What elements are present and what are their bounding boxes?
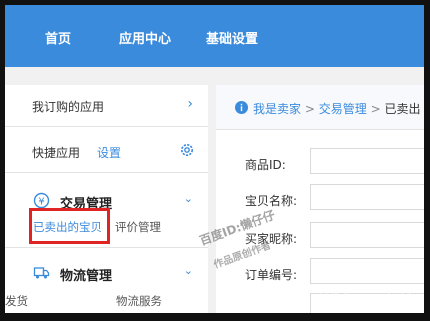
sidebar-item-quick-apps: 快捷应用 设置 bbox=[5, 131, 208, 173]
info-icon bbox=[235, 101, 248, 114]
chevron-right-icon: › bbox=[187, 96, 193, 112]
sidebar-item-ship[interactable]: 发货 bbox=[5, 293, 28, 309]
item-name-input[interactable] bbox=[310, 184, 424, 210]
sidebar-item-logistics-service[interactable]: 物流服务 bbox=[116, 293, 162, 309]
main-content: 我是卖家 > 交易管理 > 已卖出 商品ID: 宝贝名称: 买家昵称: 订单编号… bbox=[216, 85, 424, 313]
logistics-management-header[interactable]: 物流管理 ⌄ bbox=[5, 261, 208, 289]
order-no-input[interactable] bbox=[310, 258, 424, 284]
my-apps-label: 我订购的应用 bbox=[32, 100, 105, 114]
seller-center-window: 首页 应用中心 基础设置 我订购的应用 › 快捷应用 设置 ¥ 交易管理 ⌄ 已… bbox=[5, 5, 424, 313]
breadcrumb: 我是卖家 > 交易管理 > 已卖出 bbox=[216, 85, 424, 130]
product-id-label: 商品ID: bbox=[245, 158, 286, 172]
gear-icon[interactable] bbox=[179, 142, 195, 158]
quick-apps-label: 快捷应用 bbox=[32, 146, 81, 160]
breadcrumb-current: 已卖出 bbox=[384, 102, 421, 116]
chevron-down-icon: ⌄ bbox=[183, 264, 193, 277]
sidebar-item-my-apps[interactable]: 我订购的应用 › bbox=[5, 85, 208, 127]
quick-apps-settings-link[interactable]: 设置 bbox=[97, 144, 121, 161]
breadcrumb-separator: > bbox=[304, 102, 315, 116]
buyer-nick-input[interactable] bbox=[310, 222, 424, 248]
yen-icon: ¥ bbox=[33, 192, 50, 209]
breadcrumb-text: 我是卖家 > 交易管理 > 已卖出 bbox=[253, 100, 420, 117]
baidu-jingyan-watermark: 经验 jingyan.baidu.com bbox=[318, 291, 424, 304]
left-sidebar: 我订购的应用 › 快捷应用 设置 ¥ 交易管理 ⌄ 已卖出的宝贝 评价管理 物流… bbox=[5, 85, 208, 313]
nav-basic-settings[interactable]: 基础设置 bbox=[206, 28, 258, 47]
sidebar-item-reviews[interactable]: 评价管理 bbox=[115, 219, 161, 235]
breadcrumb-trade[interactable]: 交易管理 bbox=[319, 102, 367, 116]
sidebar-divider bbox=[5, 247, 208, 248]
screenshot-frame: 首页 应用中心 基础设置 我订购的应用 › 快捷应用 设置 ¥ 交易管理 ⌄ 已… bbox=[0, 0, 430, 321]
order-no-label: 订单编号: bbox=[245, 268, 298, 282]
logistics-management-title: 物流管理 bbox=[60, 269, 113, 284]
product-id-input[interactable] bbox=[310, 148, 424, 174]
highlight-annotation-box bbox=[29, 208, 110, 244]
breadcrumb-separator: > bbox=[370, 102, 381, 116]
top-navigation: 首页 应用中心 基础设置 bbox=[5, 5, 424, 67]
nav-home[interactable]: 首页 bbox=[45, 28, 71, 47]
svg-text:¥: ¥ bbox=[38, 197, 44, 208]
breadcrumb-seller[interactable]: 我是卖家 bbox=[253, 102, 301, 116]
chevron-down-icon: ⌄ bbox=[183, 192, 193, 205]
truck-icon bbox=[33, 267, 50, 279]
nav-app-center[interactable]: 应用中心 bbox=[119, 28, 171, 47]
